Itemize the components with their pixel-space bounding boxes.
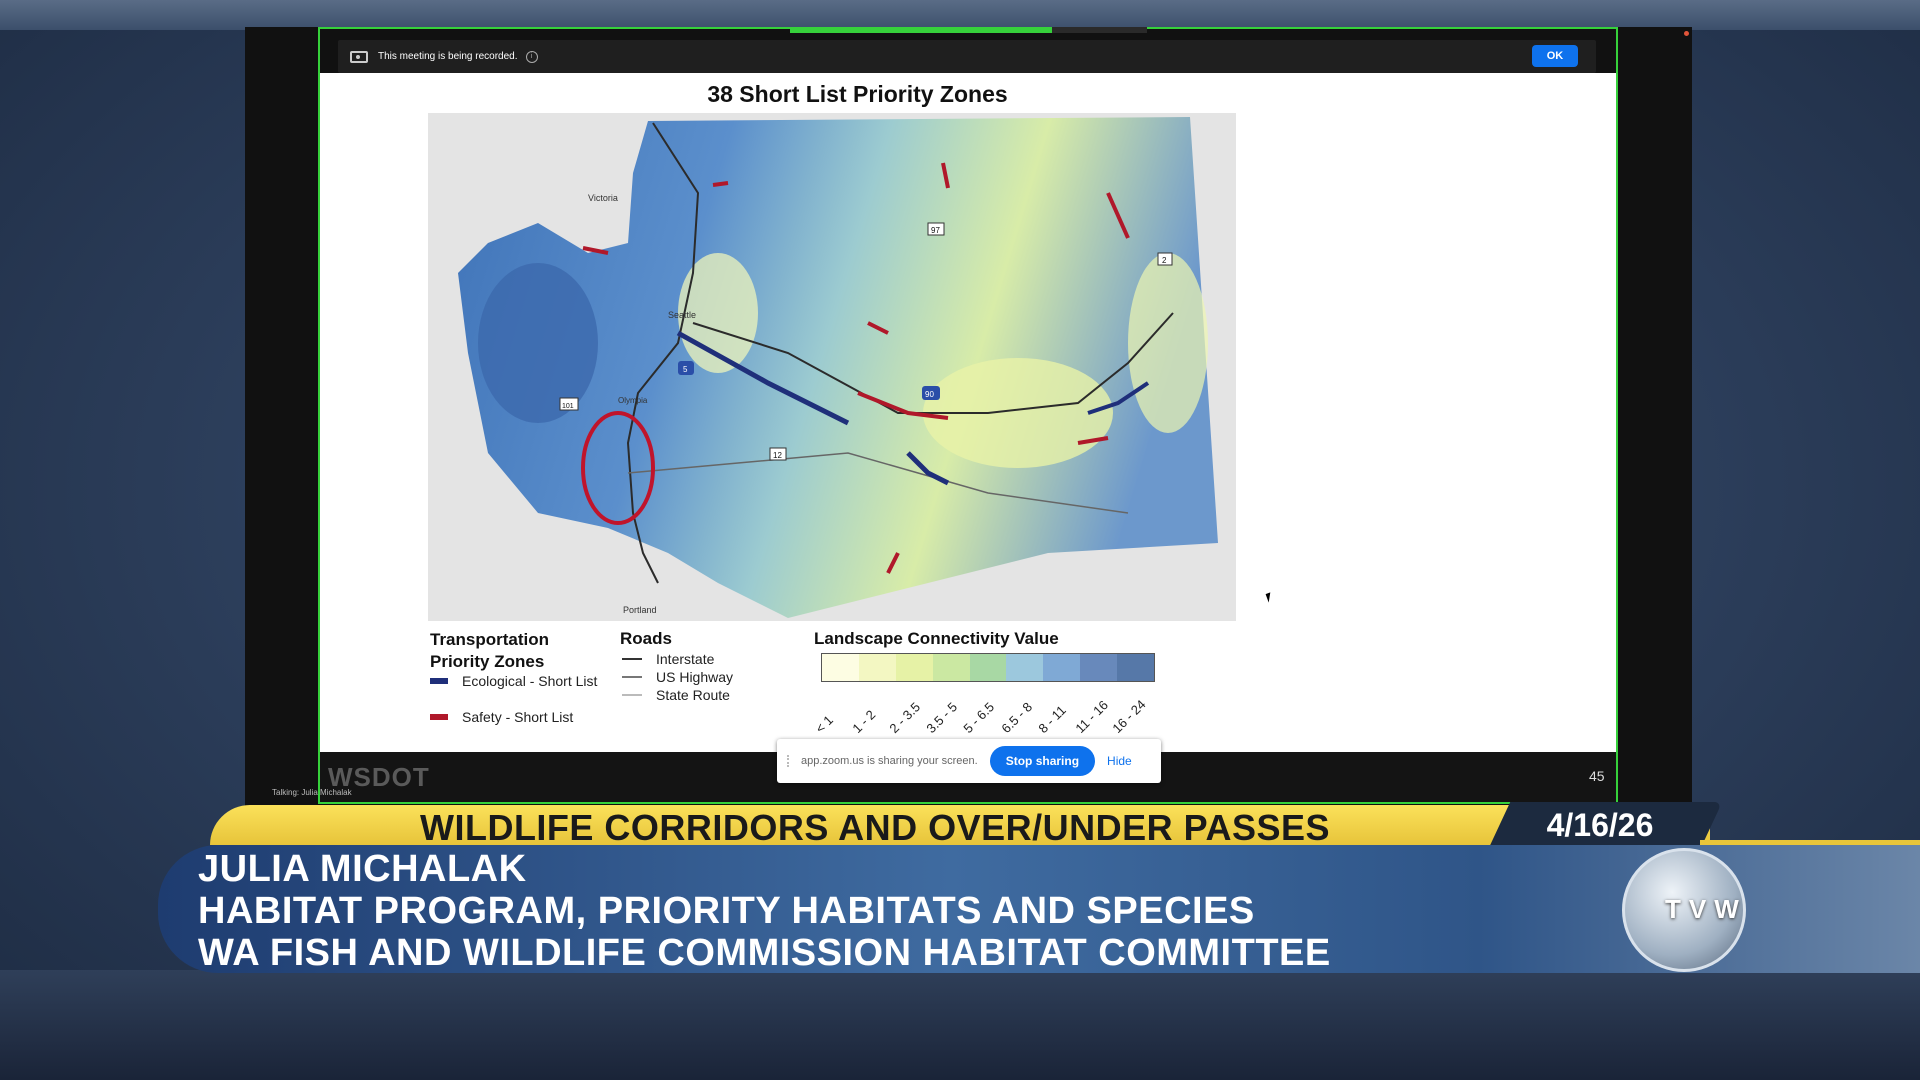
recording-banner: This meeting is being recorded. i OK bbox=[338, 40, 1596, 73]
topic-title: WILDLIFE CORRIDORS AND OVER/UNDER PASSES bbox=[419, 807, 1331, 848]
share-notice: app.zoom.us is sharing your screen. bbox=[801, 755, 978, 767]
recording-notice: This meeting is being recorded. bbox=[378, 51, 518, 62]
hide-button[interactable]: Hide bbox=[1107, 754, 1132, 768]
screen-share-border bbox=[318, 27, 1618, 804]
speaker-title: HABITAT PROGRAM, PRIORITY HABITATS AND S… bbox=[198, 890, 1255, 932]
background-top bbox=[0, 0, 1920, 30]
background-bottom bbox=[0, 970, 1920, 1080]
stop-sharing-button[interactable]: Stop sharing bbox=[989, 746, 1096, 776]
share-top-indicator bbox=[790, 27, 1052, 33]
speaker-organization: WA FISH AND WILDLIFE COMMISSION HABITAT … bbox=[198, 932, 1331, 974]
recording-icon bbox=[350, 50, 368, 63]
info-icon[interactable]: i bbox=[525, 50, 538, 63]
tvw-logo-text: TVW bbox=[1665, 894, 1747, 924]
recording-indicator bbox=[1684, 31, 1689, 36]
screen-share-toolbar: app.zoom.us is sharing your screen. Stop… bbox=[777, 739, 1161, 783]
share-top-control bbox=[1052, 27, 1147, 33]
ok-button[interactable]: OK bbox=[1532, 45, 1578, 67]
drag-handle-icon[interactable] bbox=[787, 755, 793, 767]
speaker-name: JULIA MICHALAK bbox=[198, 848, 527, 890]
broadcast-date: 4/16/26 bbox=[1546, 807, 1654, 843]
